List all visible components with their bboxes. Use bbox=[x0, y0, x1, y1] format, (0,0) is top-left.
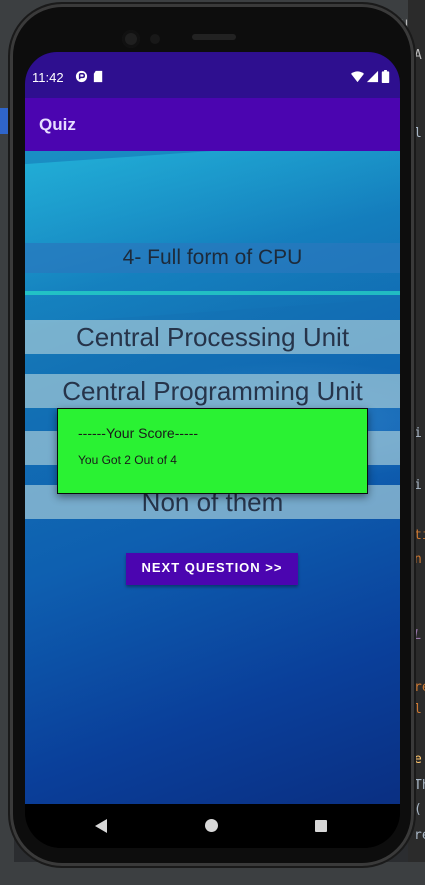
recents-square-icon[interactable] bbox=[315, 820, 327, 832]
app-notification-icon bbox=[75, 70, 88, 83]
code-fragment: l bbox=[414, 702, 422, 717]
back-triangle-icon[interactable] bbox=[95, 819, 107, 833]
cell-signal-icon bbox=[366, 70, 379, 83]
background-line bbox=[25, 291, 400, 295]
code-fragment: re bbox=[414, 828, 425, 843]
code-fragment: l bbox=[414, 126, 422, 141]
option-2[interactable]: Central Programming Unit bbox=[25, 374, 400, 408]
wifi-icon bbox=[351, 71, 364, 83]
score-dialog-title: ------Your Score----- bbox=[78, 425, 199, 441]
navigation-bar bbox=[25, 804, 400, 848]
sensor bbox=[150, 34, 160, 44]
status-bar: 11:42 bbox=[25, 52, 400, 98]
app-bar: Quiz bbox=[25, 98, 400, 151]
phone-frame: 11:42 Quiz 4- Full form of CPU Central P… bbox=[10, 4, 414, 866]
code-fragment: ( bbox=[414, 802, 422, 817]
background-decoration bbox=[25, 151, 400, 327]
battery-icon bbox=[381, 70, 390, 83]
code-fragment: e bbox=[414, 752, 422, 767]
next-question-button[interactable]: NEXT QUESTION >> bbox=[126, 553, 298, 585]
code-fragment: Th bbox=[414, 778, 425, 793]
sd-card-icon bbox=[93, 70, 103, 83]
code-fragment: n' bbox=[414, 552, 425, 567]
code-fragment: ti bbox=[414, 528, 425, 543]
home-circle-icon[interactable] bbox=[205, 819, 218, 832]
earpiece-speaker bbox=[192, 34, 236, 40]
device-screen: 11:42 Quiz 4- Full form of CPU Central P… bbox=[25, 52, 400, 848]
score-dialog: ------Your Score----- You Got 2 Out of 4 bbox=[57, 408, 368, 494]
status-time: 11:42 bbox=[32, 70, 64, 85]
app-title: Quiz bbox=[39, 115, 76, 134]
code-fragment: i bbox=[414, 478, 422, 493]
code-fragment: i bbox=[414, 426, 422, 441]
score-dialog-message: You Got 2 Out of 4 bbox=[78, 453, 177, 467]
code-fragment: L bbox=[414, 628, 422, 643]
code-fragment: re bbox=[414, 680, 425, 695]
code-fragment: A bbox=[414, 48, 422, 63]
quiz-content: 4- Full form of CPU Central Processing U… bbox=[25, 151, 400, 804]
front-camera bbox=[122, 30, 140, 48]
option-1[interactable]: Central Processing Unit bbox=[25, 320, 400, 354]
question-text: 4- Full form of CPU bbox=[122, 246, 303, 269]
